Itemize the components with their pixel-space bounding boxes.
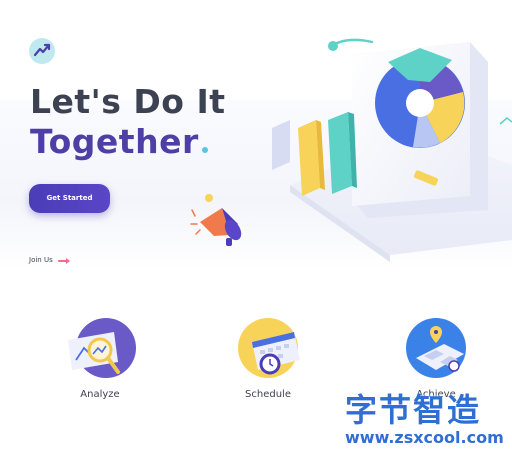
- calendar-clock-icon: [238, 318, 300, 378]
- map-pin-icon: [406, 318, 466, 378]
- feature-analyze-label: Analyze: [80, 389, 120, 400]
- watermark-text: 字节智造: [345, 391, 482, 429]
- megaphone-icon: [190, 194, 242, 246]
- magnifier-chart-icon: [68, 318, 136, 378]
- feature-schedule-label: Schedule: [245, 389, 291, 400]
- feature-analyze[interactable]: [68, 318, 138, 384]
- feature-achieve[interactable]: [404, 318, 468, 384]
- feature-schedule[interactable]: [238, 318, 304, 384]
- hero-illustration: [190, 38, 512, 262]
- watermark-url: www.zsxcool.com: [345, 428, 504, 447]
- landing-page: Let's Do It Together Get Started Join Us: [0, 0, 512, 458]
